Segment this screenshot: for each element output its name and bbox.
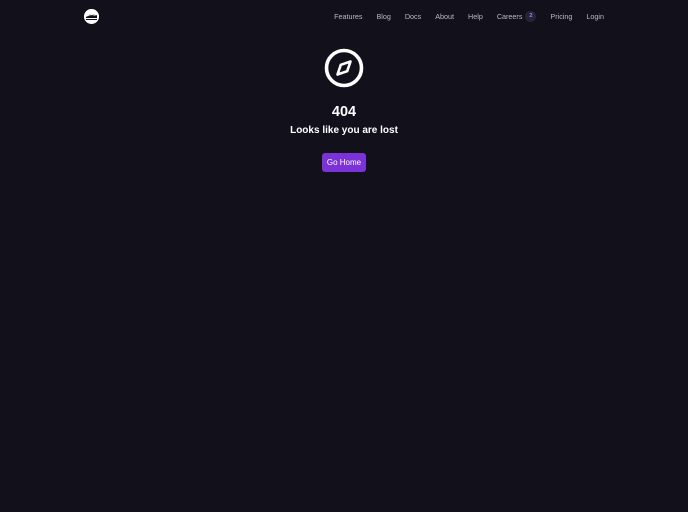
nav-link-login[interactable]: Login xyxy=(586,12,604,21)
nav-link-about[interactable]: About xyxy=(435,12,454,21)
careers-count-badge: 2 xyxy=(525,10,537,22)
nav-link-docs[interactable]: Docs xyxy=(405,12,421,21)
header: Features Blog Docs About Help Careers 2 … xyxy=(0,0,688,32)
nav-link-careers[interactable]: Careers 2 xyxy=(496,10,537,22)
go-home-button[interactable]: Go Home xyxy=(322,153,366,172)
error-message: Looks like you are lost xyxy=(290,125,398,136)
not-found-content: 404 Looks like you are lost Go Home xyxy=(0,48,688,172)
nav-link-careers-label: Careers xyxy=(496,11,523,21)
nav-link-blog[interactable]: Blog xyxy=(376,12,390,21)
error-code: 404 xyxy=(331,104,357,120)
nav-link-pricing[interactable]: Pricing xyxy=(550,12,572,21)
logo[interactable] xyxy=(84,9,99,24)
main-nav: Features Blog Docs About Help Careers 2 … xyxy=(334,0,604,32)
compass-icon xyxy=(324,48,364,88)
nav-link-features[interactable]: Features xyxy=(334,12,362,21)
wave-logo-icon xyxy=(84,9,99,24)
nav-link-help[interactable]: Help xyxy=(468,12,483,21)
page: Features Blog Docs About Help Careers 2 … xyxy=(0,0,688,512)
